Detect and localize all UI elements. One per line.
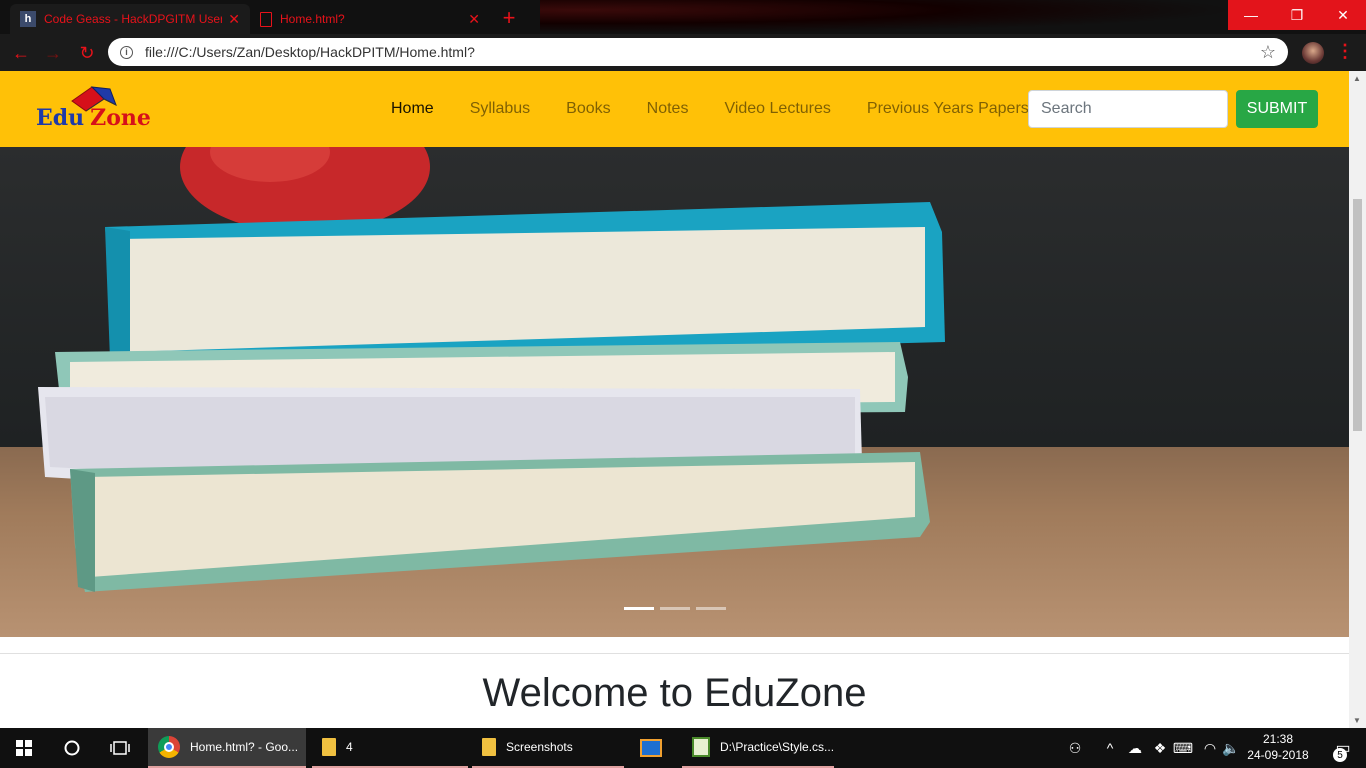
wifi-icon[interactable]: ◠ — [1200, 728, 1220, 768]
welcome-heading: Welcome to EduZone — [482, 671, 867, 715]
clock-time: 21:38 — [1262, 732, 1294, 746]
nav-notes[interactable]: Notes — [629, 100, 707, 118]
nav-previous-years-papers[interactable]: Previous Years Papers — [849, 100, 1047, 118]
carousel-indicator[interactable] — [624, 607, 654, 610]
tab-bar-background-art — [540, 0, 1240, 34]
search-input[interactable] — [1028, 90, 1228, 128]
url-text[interactable]: file:///C:/Users/Zan/Desktop/HackDPITM/H… — [145, 44, 1260, 60]
nav-books[interactable]: Books — [548, 100, 628, 118]
page-viewport: Edu Zone Home Syllabus Books Notes Video … — [0, 71, 1366, 728]
onedrive-cloud-icon[interactable]: ☁ — [1124, 728, 1146, 768]
maximize-icon[interactable]: ❐ — [1274, 0, 1320, 30]
nav-video-lectures[interactable]: Video Lectures — [706, 100, 848, 118]
tab-title: Code Geass - HackDPGITM Users — [44, 12, 223, 26]
nav-syllabus[interactable]: Syllabus — [452, 100, 548, 118]
new-tab-icon[interactable]: + — [497, 7, 521, 29]
scroll-up-icon[interactable]: ▲ — [1353, 74, 1361, 83]
document-favicon-icon — [260, 11, 272, 27]
tab-close-icon[interactable]: ✕ — [228, 11, 240, 28]
logo-edu-text: Edu — [36, 105, 85, 131]
people-icon[interactable]: ⚇ — [1062, 728, 1088, 768]
clock-date: 24-09-2018 — [1247, 748, 1309, 762]
taskbar-app-label: 4 — [346, 740, 353, 754]
reload-icon[interactable]: ↻ — [74, 40, 100, 66]
browser-tab-bar: h Code Geass - HackDPGITM Users ✕ Home.h… — [0, 0, 1366, 34]
taskbar-app-media-player[interactable] — [630, 728, 674, 768]
notification-count-badge: 5 — [1333, 748, 1347, 762]
hackerearth-favicon-icon: h — [20, 11, 36, 27]
task-view-icon[interactable] — [96, 728, 144, 768]
scroll-down-icon[interactable]: ▼ — [1353, 716, 1361, 725]
site-navbar: Edu Zone Home Syllabus Books Notes Video … — [0, 71, 1349, 147]
carousel-indicators — [624, 607, 726, 610]
taskbar-app-notepad[interactable]: D:\Practice\Style.cs... — [682, 728, 834, 768]
tab-close-icon[interactable]: ✕ — [468, 11, 480, 28]
taskbar-app-label: Home.html? - Goo... — [190, 740, 299, 754]
dropbox-icon[interactable]: ❖ — [1150, 728, 1170, 768]
bookmark-star-icon[interactable]: ☆ — [1260, 42, 1276, 63]
window-close-icon[interactable]: ✕ — [1320, 0, 1366, 30]
carousel-indicator[interactable] — [696, 607, 726, 610]
browser-toolbar: ← → ↻ i file:///C:/Users/Zan/Desktop/Hac… — [0, 34, 1366, 71]
carousel-indicator[interactable] — [660, 607, 690, 610]
show-hidden-icons-chevron-icon[interactable]: ^ — [1100, 728, 1120, 768]
browser-menu-icon[interactable]: ⋮ — [1336, 41, 1354, 62]
profile-avatar[interactable] — [1302, 42, 1324, 64]
section-divider — [0, 653, 1349, 654]
books-and-apple-image — [38, 147, 945, 592]
system-clock[interactable]: 21:38 24-09-2018 — [1246, 731, 1310, 763]
hero-carousel[interactable] — [0, 147, 1349, 637]
logo-text: Edu Zone — [36, 105, 151, 131]
nav-links: Home Syllabus Books Notes Video Lectures… — [373, 71, 1047, 147]
taskbar-app-chrome[interactable]: Home.html? - Goo... — [148, 728, 306, 768]
notepad-icon — [692, 737, 710, 757]
site-info-icon[interactable]: i — [120, 45, 133, 59]
chrome-icon — [158, 736, 180, 758]
forward-arrow-icon[interactable]: → — [40, 40, 66, 66]
tab-title: Home.html? — [280, 12, 345, 26]
logo-zone-text: Zone — [90, 105, 151, 131]
back-arrow-icon[interactable]: ← — [8, 40, 34, 66]
tab-code-geass[interactable]: h Code Geass - HackDPGITM Users ✕ — [10, 4, 250, 34]
taskbar-app-screenshots[interactable]: Screenshots — [472, 728, 624, 768]
nav-home[interactable]: Home — [373, 100, 452, 118]
windows-start-icon[interactable] — [0, 728, 48, 768]
taskbar-app-label: D:\Practice\Style.cs... — [720, 740, 834, 754]
media-player-icon — [640, 739, 662, 757]
cortana-search-icon[interactable] — [48, 728, 96, 768]
folder-icon — [322, 738, 336, 756]
taskbar-app-folder-4[interactable]: 4 — [312, 728, 468, 768]
scrollbar-thumb[interactable] — [1353, 199, 1362, 431]
minimize-icon[interactable]: — — [1228, 0, 1274, 30]
taskbar-app-label: Screenshots — [506, 740, 573, 754]
submit-button[interactable]: SUBMIT — [1236, 90, 1318, 128]
volume-icon[interactable]: 🔈 — [1220, 728, 1242, 768]
tab-home-html[interactable]: Home.html? ✕ — [250, 4, 490, 34]
input-method-icon[interactable]: ⌨ — [1172, 728, 1194, 768]
windows-taskbar: Home.html? - Goo... 4 Screenshots D:\Pra… — [0, 728, 1366, 768]
eduzone-logo[interactable]: Edu Zone — [34, 83, 169, 133]
address-bar[interactable]: i file:///C:/Users/Zan/Desktop/HackDPITM… — [108, 38, 1288, 66]
folder-icon — [482, 738, 496, 756]
page-scrollbar[interactable]: ▲ ▼ — [1349, 71, 1366, 728]
